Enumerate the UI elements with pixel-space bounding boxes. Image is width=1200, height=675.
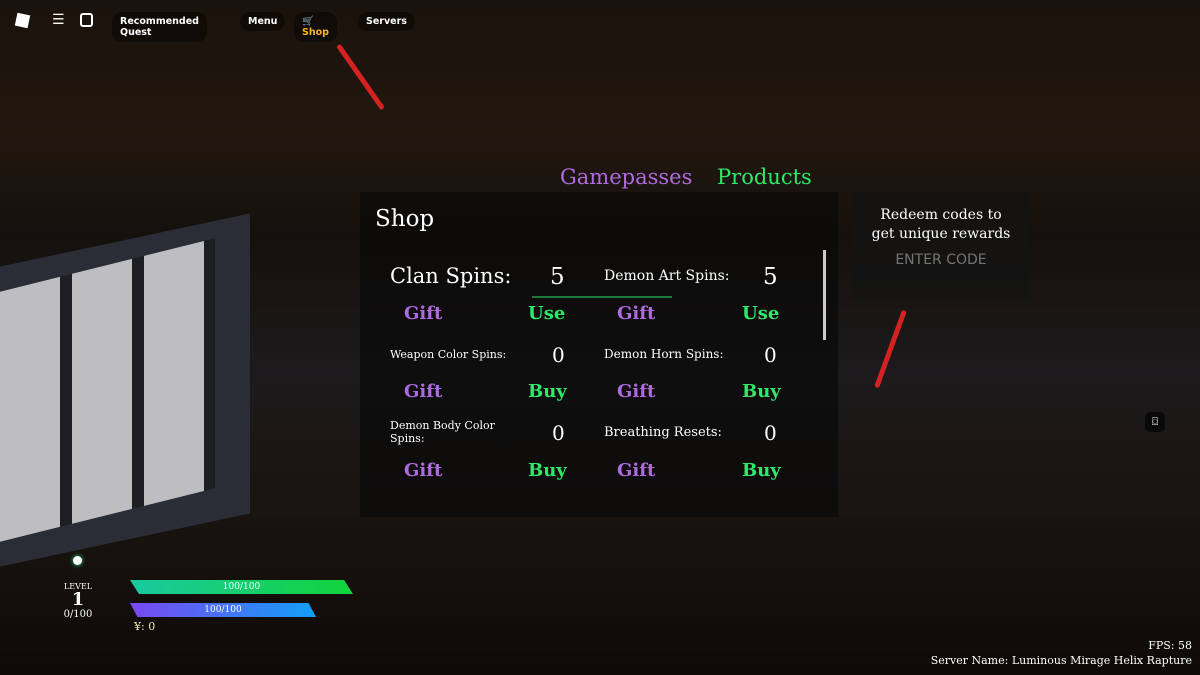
annotation-arrow-shop bbox=[336, 43, 385, 111]
currency: ¥: 0 bbox=[134, 620, 156, 633]
gift-button[interactable]: Gift bbox=[617, 381, 655, 402]
nav-recommended-quest[interactable]: Recommended Quest bbox=[112, 12, 207, 42]
item-value: 5 bbox=[763, 264, 778, 290]
chat-icon[interactable] bbox=[80, 13, 93, 27]
item-value: 0 bbox=[552, 343, 565, 367]
health-bar: 100/100 bbox=[130, 580, 353, 594]
use-button[interactable]: Use bbox=[528, 303, 565, 324]
annotation-arrow-code bbox=[874, 309, 907, 389]
cart-icon: 🛒 bbox=[302, 16, 314, 27]
screenshot-icon[interactable]: ⌼ bbox=[1145, 412, 1165, 432]
level-value: 1 bbox=[71, 589, 85, 610]
scrollbar[interactable] bbox=[823, 250, 826, 340]
level-display: LEVEL 1 0/100 bbox=[40, 582, 116, 620]
tab-products[interactable]: Products bbox=[717, 165, 812, 189]
item-label: Demon Horn Spins: bbox=[604, 347, 724, 361]
gift-button[interactable]: Gift bbox=[617, 303, 655, 324]
redeem-panel: Redeem codes to get unique rewards bbox=[853, 192, 1029, 298]
divider bbox=[532, 296, 672, 298]
use-button[interactable]: Use bbox=[742, 303, 779, 324]
shop-panel: Shop Clan Spins: 5 Demon Art Spins: 5 Gi… bbox=[360, 192, 838, 517]
gift-button[interactable]: Gift bbox=[404, 381, 442, 402]
status-dot bbox=[73, 556, 82, 565]
menu-icon[interactable]: ☰ bbox=[52, 12, 65, 28]
tab-gamepasses[interactable]: Gamepasses bbox=[560, 165, 692, 189]
item-label: Clan Spins: bbox=[390, 264, 512, 288]
buy-button[interactable]: Buy bbox=[742, 381, 781, 402]
gift-button[interactable]: Gift bbox=[404, 303, 442, 324]
item-value: 0 bbox=[552, 421, 565, 445]
stamina-bar: 100/100 bbox=[130, 603, 316, 617]
item-value: 5 bbox=[550, 264, 565, 290]
footer-info: FPS: 58 Server Name: Luminous Mirage Hel… bbox=[931, 638, 1192, 668]
gift-button[interactable]: Gift bbox=[404, 460, 442, 481]
nav-menu[interactable]: Menu bbox=[240, 12, 286, 31]
fps: FPS: 58 bbox=[1148, 639, 1192, 652]
shop-title: Shop bbox=[375, 206, 435, 232]
xp-value: 0/100 bbox=[63, 609, 93, 620]
shop-tabs: Gamepasses Products bbox=[560, 165, 812, 189]
item-value: 0 bbox=[764, 421, 777, 445]
gift-button[interactable]: Gift bbox=[617, 460, 655, 481]
server-name: Server Name: Luminous Mirage Helix Raptu… bbox=[930, 654, 1192, 667]
item-value: 0 bbox=[764, 343, 777, 367]
nav-servers[interactable]: Servers bbox=[358, 12, 415, 31]
item-label: Demon Art Spins: bbox=[604, 268, 730, 284]
item-label: Weapon Color Spins: bbox=[390, 348, 507, 361]
buy-button[interactable]: Buy bbox=[528, 460, 567, 481]
nav-shop-label: Shop bbox=[302, 27, 329, 38]
code-input[interactable] bbox=[866, 252, 1016, 268]
buy-button[interactable]: Buy bbox=[742, 460, 781, 481]
nav-shop[interactable]: 🛒 Shop bbox=[294, 12, 337, 42]
roblox-logo-icon[interactable] bbox=[14, 12, 31, 29]
item-label: Demon Body Color Spins: bbox=[390, 419, 495, 445]
redeem-text: Redeem codes to get unique rewards bbox=[871, 207, 1011, 242]
item-label: Breathing Resets: bbox=[604, 425, 722, 440]
buy-button[interactable]: Buy bbox=[528, 381, 567, 402]
